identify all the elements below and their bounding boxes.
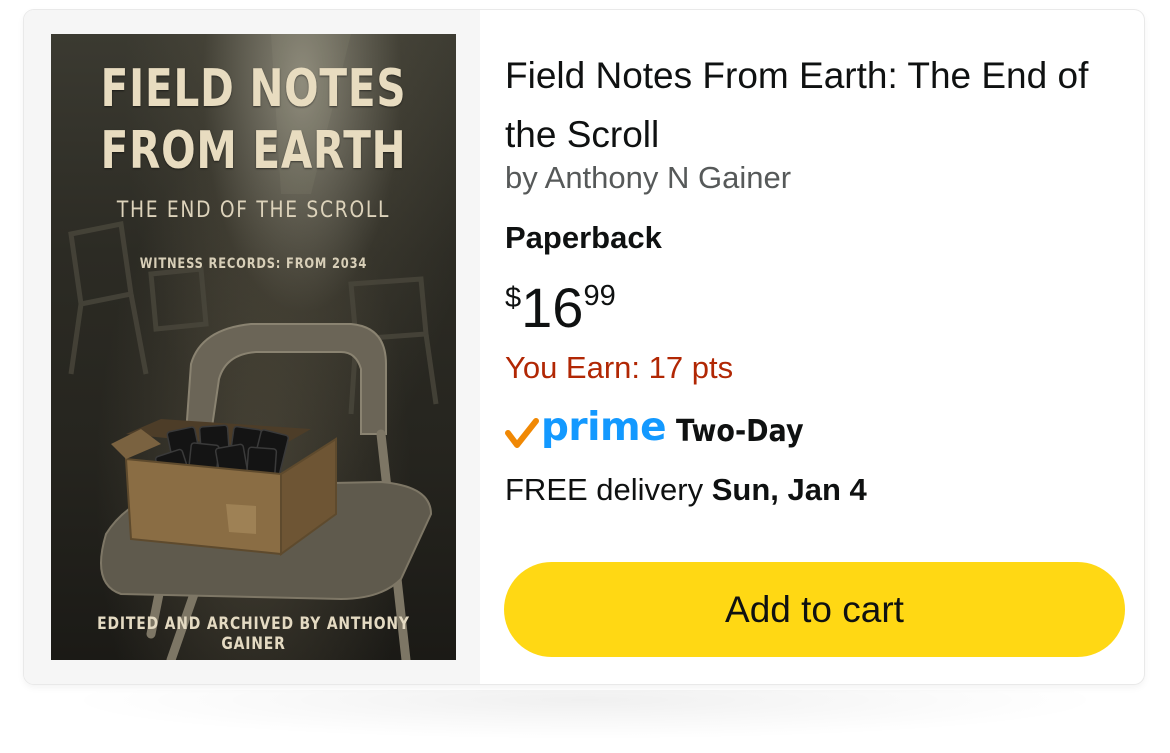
cover-editor-credit: EDITED AND ARCHIVED BY ANTHONY GAINER — [97, 614, 410, 654]
price-fraction: 99 — [583, 280, 616, 312]
prime-check-icon — [505, 418, 539, 448]
prime-badge: prime Two-Day — [505, 404, 818, 456]
delivery-label: FREE delivery — [505, 472, 712, 507]
card-shadow — [60, 690, 1110, 740]
product-author: by Anthony N Gainer — [505, 160, 792, 195]
product-title[interactable]: Field Notes From Earth: The End of the S… — [505, 46, 1115, 164]
cover-witness-records: WITNESS RECORDS: FROM 2034 — [139, 256, 368, 272]
prime-delivery-speed: Two-Day — [676, 413, 804, 449]
cover-title: FIELD NOTES FROM EARTH — [100, 59, 407, 181]
delivery-info: FREE delivery Sun, Jan 4 — [505, 472, 867, 508]
prime-logo: prime — [541, 404, 667, 450]
product-card: FIELD NOTES FROM EARTH THE END OF THE SC… — [24, 10, 1144, 684]
price-currency-symbol: $ — [505, 282, 522, 314]
reward-points: You Earn: 17 pts — [505, 350, 734, 385]
book-cover-image[interactable]: FIELD NOTES FROM EARTH THE END OF THE SC… — [51, 34, 456, 660]
product-image-panel: FIELD NOTES FROM EARTH THE END OF THE SC… — [24, 10, 480, 684]
product-format: Paperback — [505, 220, 662, 255]
price-whole: 16 — [521, 276, 584, 339]
cover-subtitle: THE END OF THE SCROLL — [116, 198, 391, 223]
delivery-date: Sun, Jan 4 — [711, 472, 867, 507]
add-to-cart-button[interactable]: Add to cart — [504, 562, 1125, 657]
product-price: $1699 — [505, 276, 616, 340]
